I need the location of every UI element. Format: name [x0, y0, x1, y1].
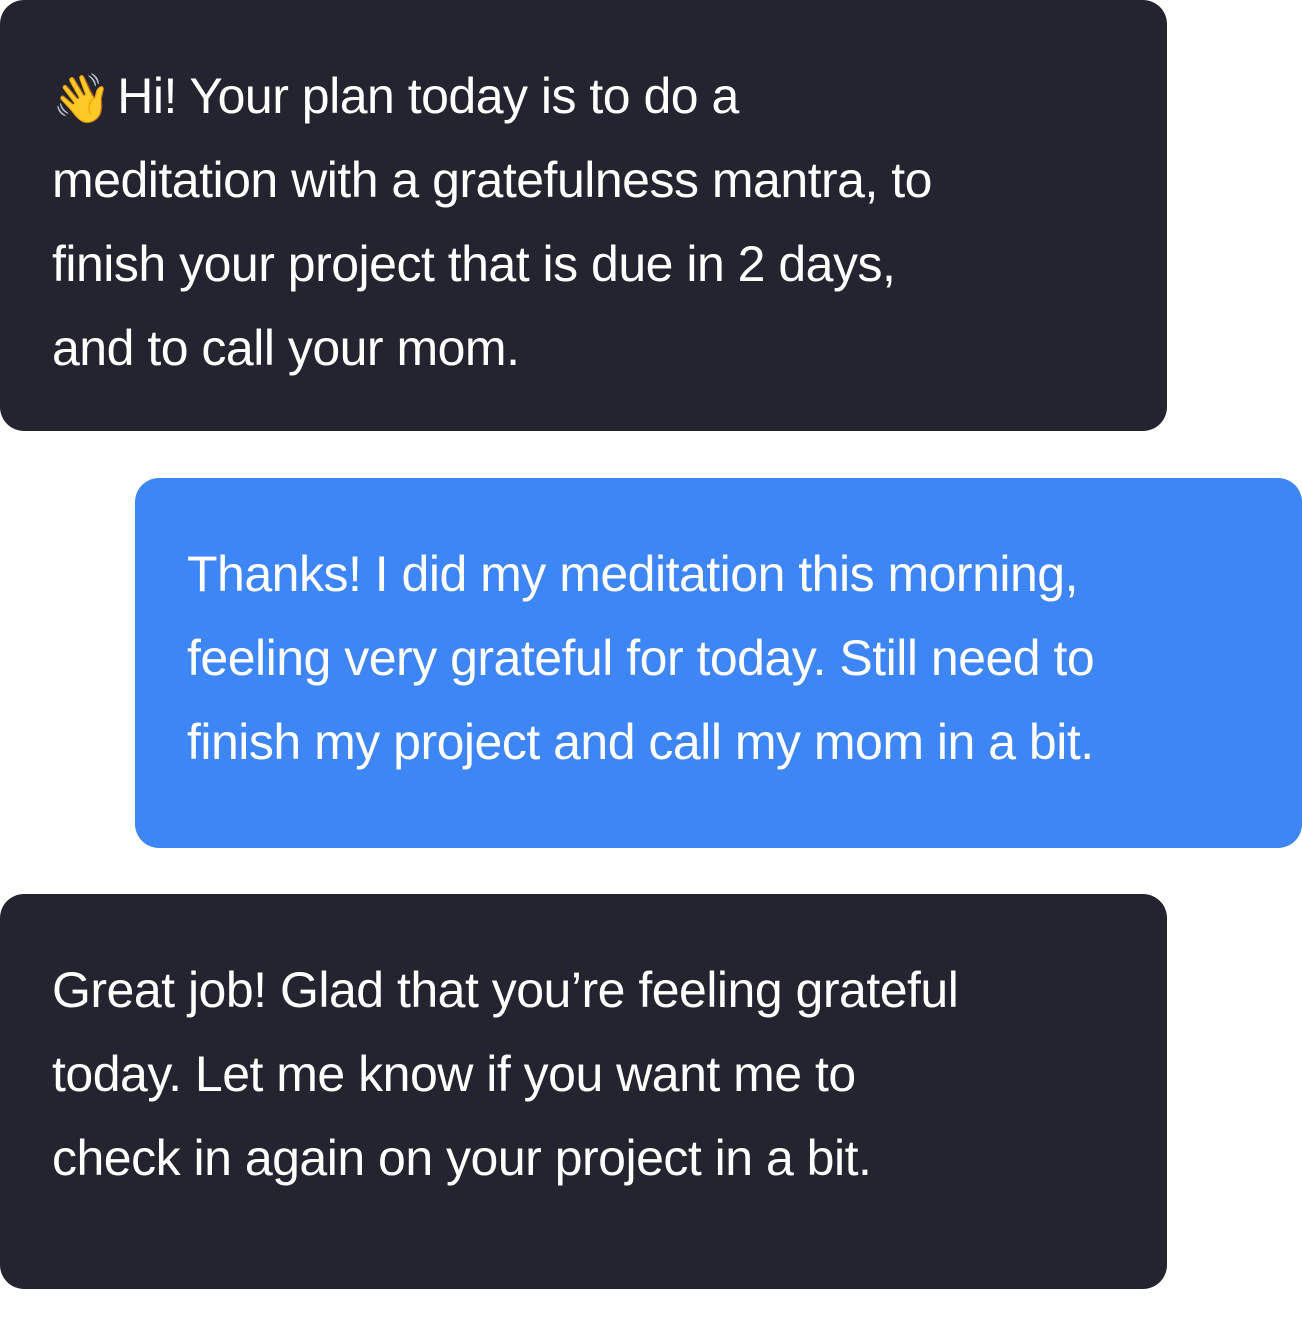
message-text: Great job! Glad that you’re feeling grat…	[52, 962, 959, 1186]
waving-hand-icon: 👋	[52, 73, 112, 126]
assistant-message-bubble: Great job! Glad that you’re feeling grat…	[0, 894, 1167, 1289]
chat-thread: 👋 Hi! Your plan today is to do a meditati…	[0, 0, 1302, 1326]
message-text: Hi! Your plan today is to do a meditatio…	[52, 68, 932, 376]
message-text: Thanks! I did my meditation this morning…	[187, 546, 1095, 770]
user-message-bubble: Thanks! I did my meditation this morning…	[135, 478, 1302, 848]
assistant-message-bubble: 👋 Hi! Your plan today is to do a meditati…	[0, 0, 1167, 431]
